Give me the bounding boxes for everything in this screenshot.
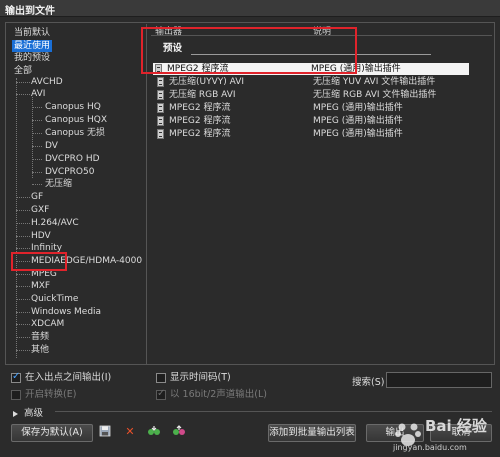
tree-connector xyxy=(16,197,30,198)
tree-connector xyxy=(16,94,30,95)
tree-connector xyxy=(16,286,30,287)
tree-item-all[interactable]: 全部 xyxy=(14,65,32,77)
film-icon xyxy=(157,129,164,139)
tree-item-dvcpro50[interactable]: DVCPRO50 xyxy=(45,166,94,178)
tree-connector xyxy=(32,97,33,178)
tree-item-hdv[interactable]: HDV xyxy=(31,230,51,242)
list-row[interactable]: MPEG2 程序流 MPEG (通用)输出插件 xyxy=(155,115,467,127)
tree-item-dvcpro-hd[interactable]: DVCPRO HD xyxy=(45,153,100,165)
add-batch-button[interactable]: 添加到批量输出列表 xyxy=(268,424,356,442)
tree-connector xyxy=(16,324,30,325)
checkbox-box xyxy=(11,371,21,383)
tree-connector xyxy=(16,299,30,300)
tree-item-gxf[interactable]: GXF xyxy=(31,204,49,216)
list-row[interactable]: MPEG2 程序流 MPEG (通用)输出插件 xyxy=(155,102,467,114)
tree-connector xyxy=(16,274,30,275)
tree-connector xyxy=(32,107,42,108)
tree-item-xdcam[interactable]: XDCAM xyxy=(31,318,64,330)
tree-item-other[interactable]: 其他 xyxy=(31,344,49,356)
tree-item-canopus-hqx[interactable]: Canopus HQX xyxy=(45,114,107,126)
delete-icon[interactable]: ✕ xyxy=(123,425,137,439)
tree-connector xyxy=(16,248,30,249)
highlight-box-mpeg xyxy=(11,252,67,271)
tree-connector xyxy=(16,210,30,211)
tree-item-gf[interactable]: GF xyxy=(31,191,43,203)
tree-connector xyxy=(32,184,42,185)
tree-item-audio[interactable]: 音频 xyxy=(31,331,49,343)
advanced-divider xyxy=(55,411,492,412)
expand-arrow-icon xyxy=(13,410,18,417)
exporter-list[interactable]: 输出器 说明 预设 MPEG2 程序流 MPEG (通用)输出插件 无压缩(UY… xyxy=(151,24,492,363)
search-input[interactable] xyxy=(386,372,492,388)
checkbox-box xyxy=(156,373,166,383)
tree-connector xyxy=(16,223,30,224)
tree-connector xyxy=(32,133,42,134)
tree-connector xyxy=(16,312,30,313)
import-preset-icon[interactable] xyxy=(147,425,161,439)
export-preset-icon[interactable] xyxy=(172,425,186,439)
tree-connector xyxy=(16,337,30,338)
tree-item-my-presets[interactable]: 我的预设 xyxy=(14,52,50,64)
tree-item-current-default[interactable]: 当前默认 xyxy=(14,27,50,39)
save-icon[interactable] xyxy=(98,425,112,439)
search-label: 搜索(S) xyxy=(352,377,385,388)
film-icon xyxy=(157,103,164,113)
checkbox-box xyxy=(156,388,166,400)
category-tree[interactable]: 当前默认 最近使用 我的预设 全部 AVCHD AVI Canopus HQ C… xyxy=(7,24,147,364)
tree-item-avi[interactable]: AVI xyxy=(31,88,45,100)
tree-item-dv[interactable]: DV xyxy=(45,140,58,152)
tree-connector xyxy=(16,236,30,237)
tree-connector xyxy=(16,78,17,358)
tree-connector xyxy=(16,82,30,83)
film-icon xyxy=(157,116,164,126)
checkbox-box xyxy=(11,390,21,400)
tree-connector xyxy=(32,146,42,147)
save-default-button[interactable]: 保存为默认(A) xyxy=(11,424,93,442)
tree-item-canopus-lossless[interactable]: Canopus 无损 xyxy=(45,127,105,139)
tree-connector xyxy=(32,172,42,173)
tree-item-windows-media[interactable]: Windows Media xyxy=(31,306,101,318)
tree-connector xyxy=(32,120,42,121)
film-icon xyxy=(157,77,164,87)
list-row[interactable]: MPEG2 程序流 MPEG (通用)输出插件 xyxy=(155,128,467,140)
tree-item-avchd[interactable]: AVCHD xyxy=(31,76,63,88)
tree-item-mxf[interactable]: MXF xyxy=(31,280,50,292)
highlight-box-presets xyxy=(141,27,357,74)
baidu-watermark: Bai 经验 jingyan.baidu.com xyxy=(393,417,487,452)
tree-connector xyxy=(16,350,30,351)
tree-item-quicktime[interactable]: QuickTime xyxy=(31,293,78,305)
list-row[interactable]: 无压缩 RGB AVI 无压缩 RGB AVI 文件输出插件 xyxy=(155,89,467,101)
list-row[interactable]: 无压缩(UYVY) AVI 无压缩 YUV AVI 文件输出插件 xyxy=(155,76,467,88)
tree-item-h264[interactable]: H.264/AVC xyxy=(31,217,79,229)
tree-item-uncompressed[interactable]: 无压缩 xyxy=(45,178,72,190)
title-bar: 输出到文件 xyxy=(0,0,500,17)
film-icon xyxy=(157,90,164,100)
tree-connector xyxy=(32,159,42,160)
tree-item-canopus-hq[interactable]: Canopus HQ xyxy=(45,101,101,113)
advanced-expander[interactable]: 高级 xyxy=(13,405,43,419)
window-title: 输出到文件 xyxy=(5,6,55,17)
tree-item-recent[interactable]: 最近使用 xyxy=(12,40,53,52)
